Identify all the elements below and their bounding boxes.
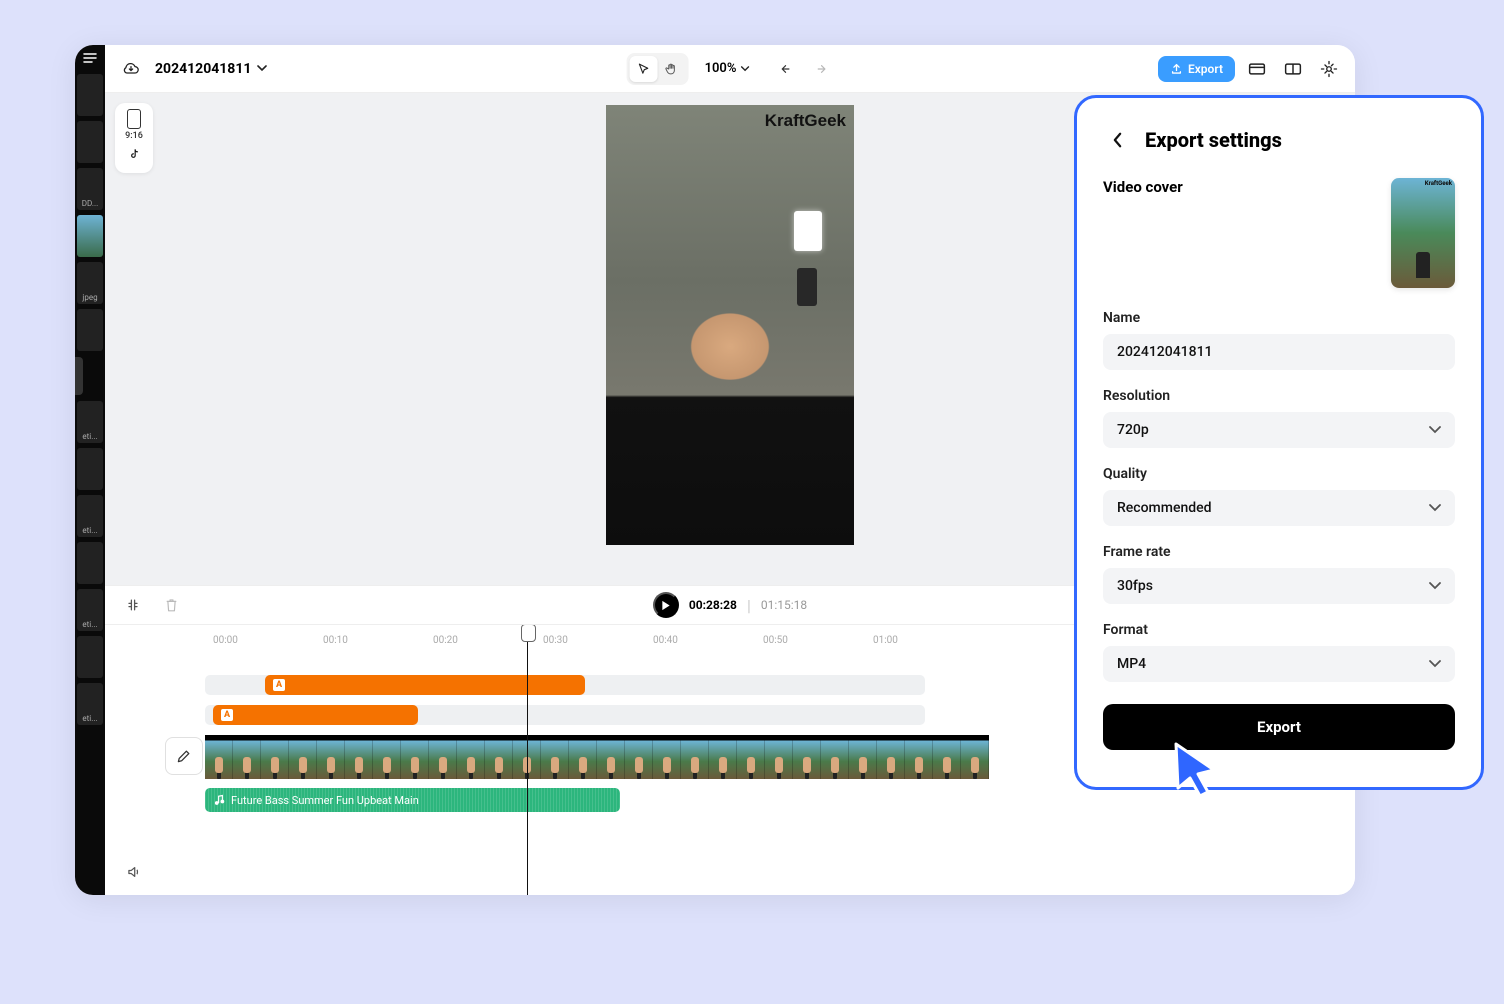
audio-clip-name: Future Bass Summer Fun Upbeat Main <box>231 794 419 807</box>
media-thumb[interactable] <box>77 448 103 490</box>
zoom-value: 100% <box>705 61 737 76</box>
undo-button[interactable] <box>773 55 801 83</box>
upload-icon <box>1170 62 1183 75</box>
top-bar: 202412041811 100% <box>105 45 1355 93</box>
media-thumb[interactable] <box>77 636 103 678</box>
format-field-label: Format <box>1103 622 1455 638</box>
chevron-left-icon <box>1112 132 1123 148</box>
chevron-down-icon <box>257 65 267 72</box>
time-total: 01:15:18 <box>761 598 807 612</box>
media-thumb[interactable] <box>77 74 103 116</box>
quality-field-label: Quality <box>1103 466 1455 482</box>
playhead[interactable] <box>527 627 528 895</box>
select-tool[interactable] <box>630 56 658 82</box>
edit-clip-button[interactable] <box>165 737 203 775</box>
split-icon[interactable] <box>119 591 147 619</box>
resolution-select[interactable]: 720p <box>1103 412 1455 448</box>
video-cover-thumbnail[interactable]: KraftGeek <box>1391 178 1455 288</box>
export-button-label: Export <box>1188 62 1223 76</box>
audio-clip[interactable]: Future Bass Summer Fun Upbeat Main <box>205 788 620 812</box>
ruler-label: 01:00 <box>873 635 898 646</box>
quality-value: Recommended <box>1117 500 1212 516</box>
time-current: 00:28:28 <box>689 598 737 612</box>
chevron-down-icon <box>1429 582 1441 590</box>
media-thumb[interactable] <box>77 542 103 584</box>
media-thumb[interactable]: eti... <box>77 495 103 537</box>
media-thumb[interactable] <box>77 215 103 257</box>
media-thumb[interactable] <box>77 309 103 351</box>
aspect-rect-icon <box>127 109 141 129</box>
media-thumb[interactable]: DD... <box>77 168 103 210</box>
framerate-field-label: Frame rate <box>1103 544 1455 560</box>
aspect-ratio-card[interactable]: 9:16 <box>115 103 153 173</box>
tool-toggle <box>627 53 689 85</box>
video-clip[interactable] <box>205 735 989 779</box>
layout-icon[interactable] <box>1243 55 1271 83</box>
ruler-label: 00:20 <box>433 635 458 646</box>
ruler-label: 00:10 <box>323 635 348 646</box>
cover-watermark: KraftGeek <box>1425 180 1452 187</box>
video-preview[interactable]: KraftGeek <box>606 105 854 545</box>
ruler-label: 00:00 <box>213 635 238 646</box>
music-note-icon <box>213 794 225 806</box>
back-button[interactable] <box>1103 126 1131 154</box>
preview-scene-element <box>797 268 817 306</box>
export-settings-panel: Export settings Video cover KraftGeek Na… <box>1074 95 1484 790</box>
track-head-audio <box>105 787 163 895</box>
project-name-dropdown[interactable]: 202412041811 <box>155 61 267 77</box>
framerate-value: 30fps <box>1117 578 1153 594</box>
watermark-text: KraftGeek <box>765 111 846 131</box>
media-thumb[interactable]: eti... <box>77 589 103 631</box>
caption-clip[interactable]: A <box>265 675 585 695</box>
format-value: MP4 <box>1117 656 1146 672</box>
caption-badge-icon: A <box>273 679 285 691</box>
ruler-label: 00:40 <box>653 635 678 646</box>
cursor-pointer-icon <box>1170 740 1224 798</box>
ruler-label: 00:30 <box>543 635 568 646</box>
collapse-handle[interactable] <box>75 357 83 395</box>
trash-icon[interactable] <box>157 591 185 619</box>
video-cover-label: Video cover <box>1103 178 1183 196</box>
preview-scene-element <box>606 303 854 545</box>
export-panel-title: Export settings <box>1145 128 1282 152</box>
resolution-field-label: Resolution <box>1103 388 1455 404</box>
media-thumb[interactable]: jpeg <box>77 262 103 304</box>
panels-icon[interactable] <box>1279 55 1307 83</box>
play-button[interactable] <box>653 592 679 618</box>
tiktok-icon <box>127 148 141 162</box>
chevron-down-icon <box>740 66 749 72</box>
framerate-select[interactable]: 30fps <box>1103 568 1455 604</box>
redo-button[interactable] <box>805 55 833 83</box>
chevron-down-icon <box>1429 660 1441 668</box>
preview-scene-element <box>794 211 822 251</box>
format-select[interactable]: MP4 <box>1103 646 1455 682</box>
hand-tool[interactable] <box>658 56 686 82</box>
menu-icon[interactable] <box>82 51 98 65</box>
ruler-label: 00:50 <box>763 635 788 646</box>
cloud-icon[interactable] <box>117 55 145 83</box>
zoom-select[interactable]: 100% <box>699 57 756 80</box>
caption-clip[interactable]: A <box>213 705 418 725</box>
export-button-top[interactable]: Export <box>1158 56 1235 82</box>
settings-icon[interactable] <box>1315 55 1343 83</box>
export-confirm-button[interactable]: Export <box>1103 704 1455 750</box>
chevron-down-icon <box>1429 504 1441 512</box>
aspect-ratio-text: 9:16 <box>125 131 143 141</box>
quality-select[interactable]: Recommended <box>1103 490 1455 526</box>
name-field-label: Name <box>1103 310 1455 326</box>
resolution-value: 720p <box>1117 422 1149 438</box>
media-thumb[interactable]: eti... <box>77 401 103 443</box>
name-input[interactable] <box>1103 334 1455 370</box>
media-thumb[interactable] <box>77 121 103 163</box>
media-thumb[interactable]: eti... <box>77 683 103 725</box>
caption-badge-icon: A <box>221 709 233 721</box>
chevron-down-icon <box>1429 426 1441 434</box>
project-name-text: 202412041811 <box>155 61 251 77</box>
media-sidebar: DD... jpeg eti... eti... eti... eti... <box>75 45 105 895</box>
